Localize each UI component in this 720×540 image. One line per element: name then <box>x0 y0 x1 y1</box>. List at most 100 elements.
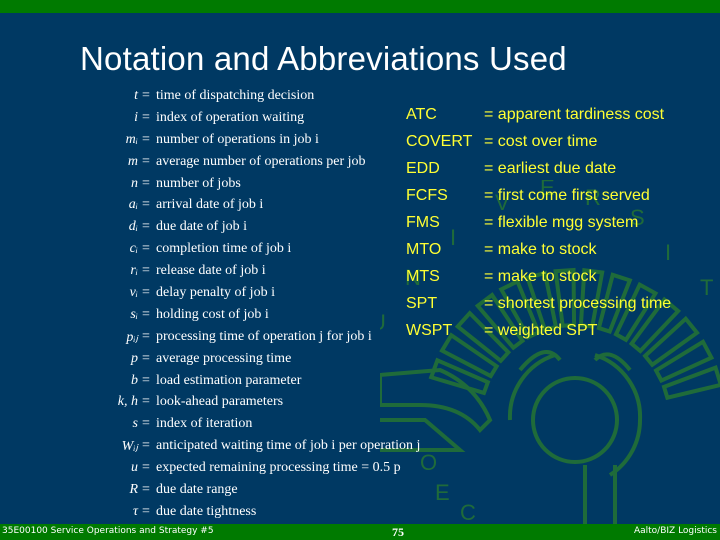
notation-relation: = <box>142 372 150 388</box>
abbreviation-code: EDD <box>406 160 440 177</box>
page-title: Notation and Abbreviations Used <box>80 40 567 77</box>
notation-row: sᵢ = holding cost of job i <box>70 307 400 329</box>
abbreviation-code: FMS <box>406 214 440 231</box>
seal-ray <box>653 338 715 384</box>
notation-symbol: sᵢ <box>130 306 138 322</box>
notation-row: Wᵢⱼ = anticipated waiting time of job i pe… <box>70 438 421 460</box>
notation-relation: = <box>142 460 150 476</box>
footer: 35E00100 Service Operations and Strategy… <box>0 524 720 540</box>
notation-row: pᵢⱼ = processing time of operation j for j… <box>70 329 400 351</box>
notation-definition: delay penalty of job i <box>156 285 275 301</box>
notation-row: dᵢ = due date of job i <box>70 219 400 241</box>
notation-relation: = <box>142 328 150 344</box>
notation-definition: index of operation waiting <box>156 109 305 125</box>
notation-definition: time of dispatching decision <box>156 88 315 103</box>
notation-definition: due date tightness <box>156 503 257 519</box>
abbreviation-code: SPT <box>406 295 438 312</box>
seal-ray <box>661 365 720 401</box>
notation-relation: = <box>142 263 150 279</box>
notation-relation: = <box>142 175 150 191</box>
notation-row: n = number of jobs <box>70 176 400 198</box>
abbreviation-meaning: = apparent tardiness cost <box>484 106 665 123</box>
organization-label: Aalto/BIZ Logistics <box>633 526 717 536</box>
notation-relation: = <box>142 394 150 410</box>
notation-relation: = <box>142 131 150 147</box>
abbreviation-meaning: = weighted SPT <box>484 322 598 339</box>
abbreviation-code: COVERT <box>406 133 473 150</box>
notation-symbol: vᵢ <box>129 285 138 301</box>
notation-symbol: Wᵢⱼ <box>121 439 138 455</box>
notation-symbol: t <box>134 88 138 103</box>
notation-definition: anticipated waiting time of job i per op… <box>156 438 421 454</box>
notation-symbol: n <box>131 175 138 191</box>
seal-ray <box>642 315 700 368</box>
abbreviation-meaning: = make to stock <box>484 268 597 285</box>
notation-symbol: s <box>132 416 138 432</box>
notation-relation: = <box>142 416 150 432</box>
seal-ray <box>439 332 500 379</box>
abbreviation-meaning: = make to stock <box>484 241 597 258</box>
abbreviation-meaning: = cost over time <box>484 133 598 150</box>
notation-definition: release date of job i <box>156 263 266 279</box>
notation-definition: completion time of job i <box>156 241 292 257</box>
notation-relation: = <box>142 285 150 301</box>
notation-relation: = <box>142 438 150 454</box>
notation-symbol: τ <box>132 503 138 519</box>
seal-letter: E <box>435 480 450 505</box>
notation-definition: due date range <box>156 482 238 498</box>
notation-relation: = <box>142 88 150 103</box>
notation-row: mᵢ = number of operations in job i <box>70 132 400 154</box>
abbreviation-code: WSPT <box>406 322 453 339</box>
seal-letter: I <box>665 240 671 265</box>
abbreviation-code: MTS <box>406 268 440 285</box>
notation-row: rᵢ = release date of job i <box>70 263 400 285</box>
notation-symbol: u <box>131 460 138 476</box>
notation-symbol: pᵢⱼ <box>126 329 138 345</box>
notation-row: b = load estimation parameter <box>70 373 400 395</box>
notation-relation: = <box>142 219 150 235</box>
notation-relation: = <box>142 109 150 125</box>
notation-relation: = <box>142 350 150 366</box>
notation-definition: number of jobs <box>156 175 241 191</box>
abbreviation-meaning: = first come first served <box>484 187 650 204</box>
notation-definition: due date of job i <box>156 219 247 235</box>
notation-relation: = <box>142 306 150 322</box>
notation-symbol: b <box>131 372 138 388</box>
notation-row: cᵢ = completion time of job i <box>70 241 400 263</box>
notation-row: vᵢ = delay penalty of job i <box>70 285 400 307</box>
notation-symbol: cᵢ <box>129 241 138 257</box>
notation-symbol: i <box>134 109 138 125</box>
abbreviation-meaning: = shortest processing time <box>484 295 672 312</box>
notation-relation: = <box>142 153 150 169</box>
notation-definition: processing time of operation j for job i <box>156 328 372 344</box>
seal-letter: O <box>420 450 437 475</box>
notation-symbol: m <box>127 153 138 169</box>
notation-definition: arrival date of job i <box>156 197 264 213</box>
notation-list: t = time of dispatching decision i = index of… <box>70 88 421 526</box>
notation-relation: = <box>142 503 150 519</box>
notation-row: u = expected remaining processing time = 0… <box>70 460 401 482</box>
course-label: 35E00100 Service Operations and Strategy… <box>2 526 214 536</box>
notation-row: p = average processing time <box>70 351 400 373</box>
abbreviation-code: MTO <box>406 241 442 258</box>
notation-definition: number of operations in job i <box>156 131 319 147</box>
notation-definition: holding cost of job i <box>156 306 269 322</box>
notation-symbol: k, h <box>117 394 138 410</box>
notation-definition: expected remaining processing time = 0.5… <box>156 460 401 476</box>
notation-symbol: rᵢ <box>130 263 138 279</box>
notation-row: m = average number of operations per job <box>70 154 400 176</box>
notation-definition: load estimation parameter <box>156 372 302 388</box>
notation-row: R = due date range <box>70 482 400 504</box>
notation-symbol: p <box>131 350 138 366</box>
notation-symbol: R <box>129 482 138 498</box>
notation-relation: = <box>142 482 150 498</box>
page-number: 75 <box>392 525 404 539</box>
notation-relation: = <box>142 241 150 257</box>
notation-definition: average number of operations per job <box>156 153 366 169</box>
notation-symbol: dᵢ <box>128 219 138 235</box>
notation-row: k, h = look-ahead parameters <box>70 394 400 416</box>
top-bar <box>0 0 720 13</box>
notation-row: τ = due date tightness <box>70 504 400 526</box>
notation-definition: average processing time <box>156 350 292 366</box>
seal-ray <box>428 357 491 396</box>
